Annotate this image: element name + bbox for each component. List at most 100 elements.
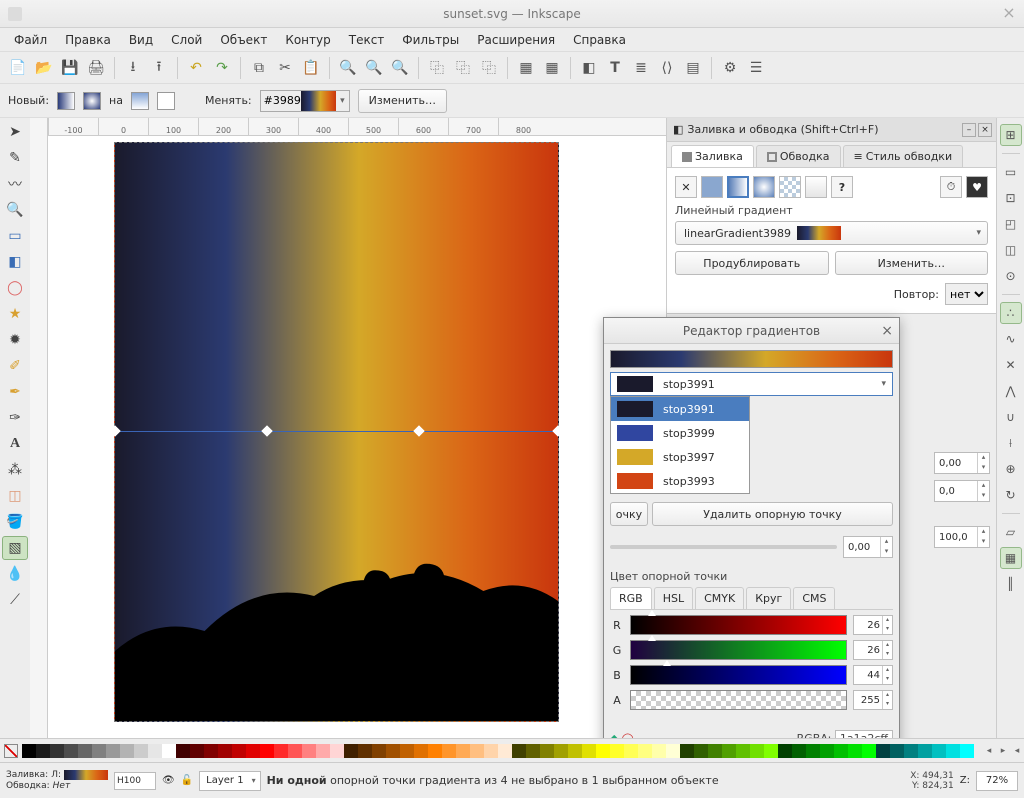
stop-option[interactable]: stop3997 — [611, 445, 749, 469]
zoom-fit-icon[interactable]: 🔍 — [336, 56, 360, 80]
palette-swatch[interactable] — [218, 744, 232, 758]
text-tool[interactable]: A — [2, 432, 28, 456]
color-tab-cms[interactable]: CMS — [793, 587, 835, 609]
gradient-handle-start[interactable] — [109, 425, 120, 436]
doc-props-icon[interactable]: ☰ — [744, 56, 768, 80]
on-fill-button[interactable] — [131, 92, 149, 110]
star-tool[interactable]: ★ — [2, 302, 28, 326]
palette-swatch[interactable] — [806, 744, 820, 758]
zoom-drawing-icon[interactable]: 🔍 — [362, 56, 386, 80]
stop-option[interactable]: stop3993 — [611, 469, 749, 493]
palette-swatch[interactable] — [736, 744, 750, 758]
palette-swatch[interactable] — [204, 744, 218, 758]
menu-edit[interactable]: Правка — [57, 30, 119, 50]
snap-cusp-button[interactable]: ⋀ — [1000, 380, 1022, 402]
palette-swatch[interactable] — [610, 744, 624, 758]
paint-linear-button[interactable] — [727, 176, 749, 198]
bucket-tool[interactable]: 🪣 — [2, 510, 28, 534]
palette-swatch[interactable] — [260, 744, 274, 758]
palette-swatch[interactable] — [876, 744, 890, 758]
palette-swatch[interactable] — [778, 744, 792, 758]
palette-swatch[interactable] — [162, 744, 176, 758]
tab-stroke-style[interactable]: ≡Стиль обводки — [843, 145, 964, 167]
export-icon[interactable]: ⭱ — [147, 56, 171, 80]
palette-swatch[interactable] — [232, 744, 246, 758]
paint-unknown-button[interactable]: ? — [831, 176, 853, 198]
palette-swatch[interactable] — [750, 744, 764, 758]
snap-edge-button[interactable]: ⊡ — [1000, 187, 1022, 209]
palette-swatch[interactable] — [78, 744, 92, 758]
menu-file[interactable]: Файл — [6, 30, 55, 50]
gradient-select[interactable]: linearGradient3989 ▾ — [675, 221, 988, 245]
palette-swatch[interactable] — [456, 744, 470, 758]
dock-header[interactable]: ◧ Заливка и обводка (Shift+Ctrl+F) – × — [667, 118, 996, 142]
layer-visible-icon[interactable]: 👁 — [162, 775, 175, 786]
snap-midpoint-button[interactable]: ◫ — [1000, 239, 1022, 261]
copy-icon[interactable]: ⧉ — [247, 56, 271, 80]
import-icon[interactable]: ⭳ — [121, 56, 145, 80]
offset-slider[interactable] — [610, 545, 837, 549]
tab-stroke-paint[interactable]: Обводка — [756, 145, 841, 167]
paint-swatch-button[interactable] — [805, 176, 827, 198]
palette-swatch[interactable] — [694, 744, 708, 758]
tweak-tool[interactable]: 〰 — [2, 172, 28, 196]
palette-swatch[interactable] — [862, 744, 876, 758]
paste-icon[interactable]: 📋 — [299, 56, 323, 80]
palette-swatch[interactable] — [288, 744, 302, 758]
status-opacity-spinner[interactable]: Н100 — [114, 772, 156, 790]
dialog-titlebar[interactable]: Редактор градиентов × — [604, 318, 899, 344]
color-tab-hsl[interactable]: HSL — [654, 587, 693, 609]
redo-icon[interactable]: ↷ — [210, 56, 234, 80]
channel-b-value[interactable]: 44▴▾ — [853, 665, 893, 685]
palette-swatch[interactable] — [36, 744, 50, 758]
gradient-id-input[interactable] — [261, 94, 301, 107]
palette-swatch[interactable] — [414, 744, 428, 758]
palette-swatch[interactable] — [302, 744, 316, 758]
ungroup-icon[interactable]: ▦ — [540, 56, 564, 80]
color-tab-cmyk[interactable]: CMYK — [695, 587, 744, 609]
palette-colors[interactable] — [22, 744, 982, 758]
snap-nodes-button[interactable]: ∴ — [1000, 302, 1022, 324]
paint-pattern-button[interactable] — [779, 176, 801, 198]
snap-intersect-button[interactable]: ✕ — [1000, 354, 1022, 376]
layer-selector[interactable]: Layer 1 — [199, 771, 260, 791]
layer-lock-icon[interactable]: 🔓 — [181, 775, 193, 786]
align-icon[interactable]: ▤ — [681, 56, 705, 80]
color-tab-wheel[interactable]: Круг — [746, 587, 791, 609]
rect-tool[interactable]: ▭ — [2, 224, 28, 248]
palette-swatch[interactable] — [148, 744, 162, 758]
canvas-page[interactable] — [114, 142, 559, 722]
channel-b-slider[interactable] — [630, 665, 847, 685]
ellipse-tool[interactable]: ◯ — [2, 276, 28, 300]
palette-swatch[interactable] — [400, 744, 414, 758]
channel-a-slider[interactable] — [630, 690, 847, 710]
palette-swatch[interactable] — [92, 744, 106, 758]
paint-flat-button[interactable] — [701, 176, 723, 198]
palette-swatch[interactable] — [680, 744, 694, 758]
duplicate-gradient-button[interactable]: Продублировать — [675, 251, 829, 275]
palette-swatch[interactable] — [582, 744, 596, 758]
fill-stroke-icon[interactable]: ◧ — [577, 56, 601, 80]
print-icon[interactable]: 🖨 — [84, 56, 108, 80]
zoom-spinner[interactable]: 72% — [976, 771, 1018, 791]
edit-gradient-button-2[interactable]: Изменить… — [835, 251, 989, 275]
menu-layer[interactable]: Слой — [163, 30, 210, 50]
palette-scroll-right[interactable]: ▸ — [996, 746, 1010, 756]
snap-line-mid-button[interactable]: ⟊ — [1000, 432, 1022, 454]
snap-grid-button[interactable]: ▦ — [1000, 547, 1022, 569]
palette-swatch[interactable] — [526, 744, 540, 758]
add-stop-button-partial[interactable]: очку — [610, 502, 648, 526]
palette-menu-icon[interactable]: ◂ — [1010, 746, 1024, 756]
palette-swatch[interactable] — [596, 744, 610, 758]
palette-swatch[interactable] — [470, 744, 484, 758]
spinner-a[interactable]: 0,00▴▾ — [934, 452, 990, 474]
palette-swatch[interactable] — [50, 744, 64, 758]
palette-swatch[interactable] — [372, 744, 386, 758]
clone-icon[interactable]: ⿻ — [451, 56, 475, 80]
status-fill-preview[interactable] — [64, 770, 108, 780]
spinner-c[interactable]: 100,0▴▾ — [934, 526, 990, 548]
eraser-tool[interactable]: ◫ — [2, 484, 28, 508]
snap-rotation-button[interactable]: ↻ — [1000, 484, 1022, 506]
menu-text[interactable]: Текст — [341, 30, 393, 50]
open-icon[interactable]: 📂 — [32, 56, 56, 80]
